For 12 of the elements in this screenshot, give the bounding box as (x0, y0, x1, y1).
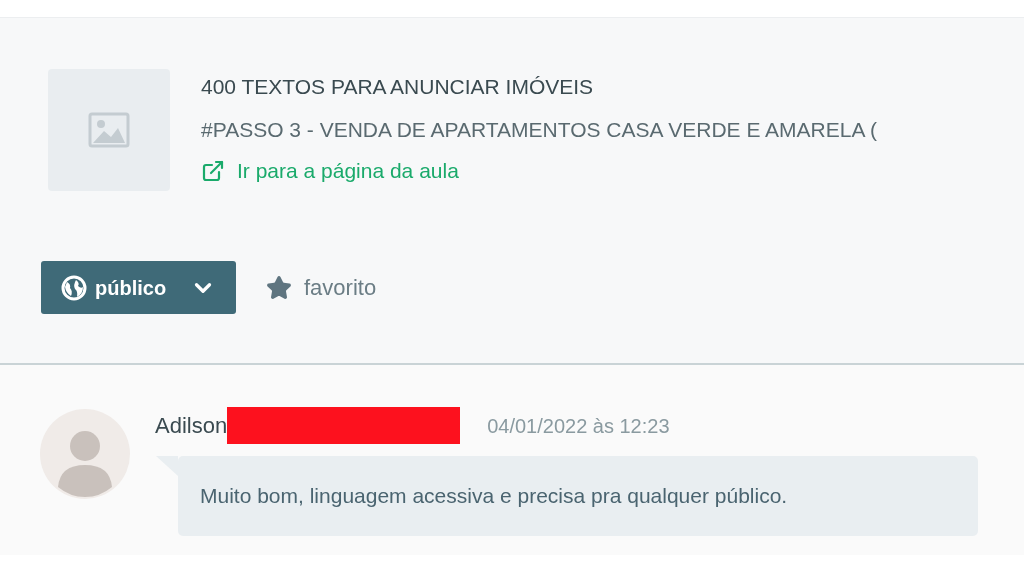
globe-icon (61, 274, 87, 301)
image-icon (88, 112, 130, 148)
comment-timestamp: 04/01/2022 às 12:23 (487, 413, 670, 439)
favorite-button[interactable]: favorito (266, 271, 377, 304)
comment-text: Muito bom, linguagem acessiva e precisa pra qualquer público. (200, 483, 788, 510)
course-title: 400 TEXTOS PARA ANUNCIAR IMÓVEIS (201, 74, 595, 100)
author-name: Adilson (155, 412, 228, 440)
external-link-icon (201, 159, 225, 183)
lesson-page-link[interactable]: Ir para a página da aula (201, 157, 878, 185)
visibility-dropdown[interactable]: público (41, 261, 236, 314)
lesson-title: #PASSO 3 - VENDA DE APARTAMENTOS CASA VERDE E AMARELA ( (201, 117, 878, 143)
star-icon (266, 274, 292, 301)
